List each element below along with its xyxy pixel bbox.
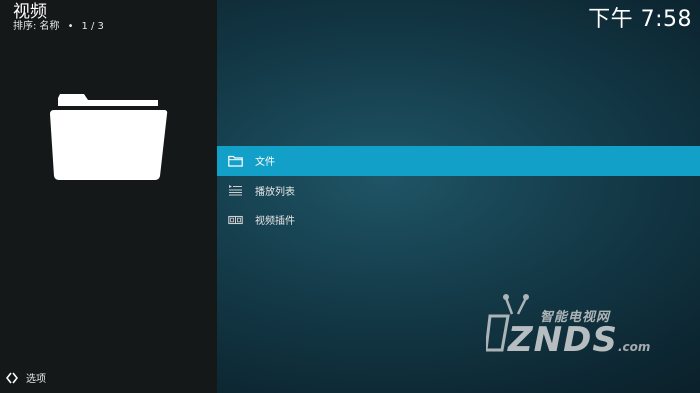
menu-item-video-addons[interactable]: 视频插件 — [217, 205, 700, 235]
clock: 下午 7:58 — [588, 7, 692, 32]
video-addon-icon — [228, 214, 243, 226]
kodi-screen: 视频 排序: 名称 • 1 / 3 下午 7:58 文件 播放列表 视频插件 选… — [0, 0, 700, 393]
watermark-suffix: .com — [618, 340, 651, 354]
menu-item-label: 文件 — [255, 157, 275, 169]
watermark-main-text: ZNDS — [508, 320, 618, 360]
large-folder-icon — [50, 94, 168, 180]
menu-item-playlists[interactable]: 播放列表 — [217, 176, 700, 206]
options-button[interactable]: 选项 — [6, 370, 46, 385]
menu-item-label: 视频插件 — [255, 216, 295, 228]
menu-item-label: 播放列表 — [255, 186, 295, 198]
sort-info: 排序: 名称 • 1 / 3 — [13, 21, 104, 33]
page-count: 1 / 3 — [81, 21, 104, 32]
menu-item-files[interactable]: 文件 — [217, 146, 700, 176]
sort-label: 排序: 名称 — [13, 21, 60, 32]
main-menu: 文件 播放列表 视频插件 — [217, 146, 700, 235]
playlist-icon — [228, 184, 243, 196]
options-label: 选项 — [26, 374, 46, 385]
folder-icon — [228, 155, 243, 167]
znds-watermark-logo: 智能电视网 ZNDS .com — [486, 292, 661, 362]
left-panel — [0, 0, 217, 393]
options-arrow-icon — [6, 372, 18, 383]
separator-dot: • — [67, 21, 74, 32]
page-title: 视频 — [13, 2, 47, 22]
